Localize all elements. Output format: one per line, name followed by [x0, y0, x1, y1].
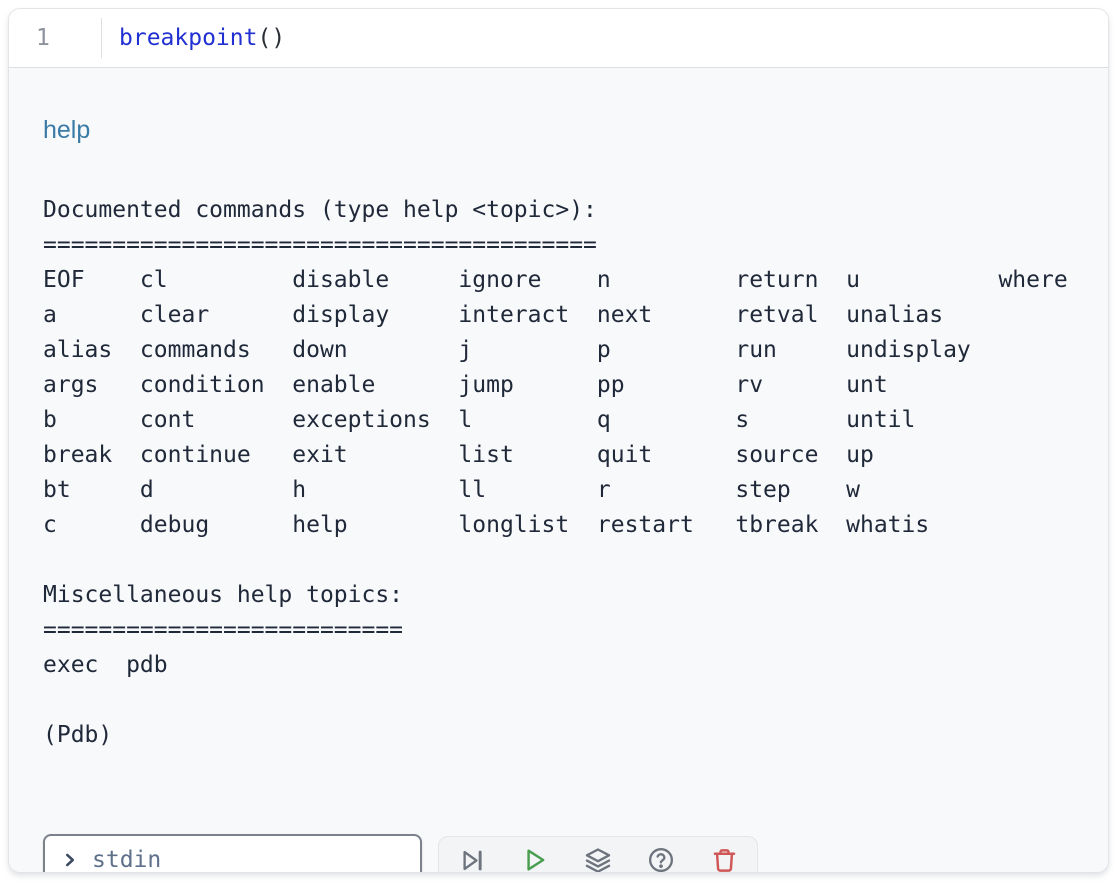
- console-output-area: help Documented commands (type help <top…: [9, 115, 1108, 873]
- code-token-builtin: breakpoint: [119, 25, 257, 51]
- output-line: c debug help longlist restart tbreak wha…: [43, 508, 1074, 543]
- output-line: break continue exit list quit source up: [43, 438, 1074, 473]
- io-row: [43, 834, 758, 873]
- debug-toolbar: [438, 836, 758, 874]
- output-line: ========================================: [43, 228, 1074, 263]
- stdin-input[interactable]: [90, 846, 410, 873]
- help-button[interactable]: [642, 841, 680, 873]
- run-button[interactable]: [516, 841, 554, 873]
- code-editor: 1 breakpoint (): [9, 9, 1108, 68]
- output-line: alias commands down j p run undisplay: [43, 333, 1074, 368]
- code-token-punctuation: (): [257, 25, 285, 51]
- echoed-stdin-command: help: [43, 115, 1074, 145]
- output-line: Documented commands (type help <topic>):: [43, 193, 1074, 228]
- pdb-help-output: Documented commands (type help <topic>):…: [43, 193, 1074, 753]
- code-playground-card: 1 breakpoint () help Documented commands…: [8, 8, 1109, 873]
- play-icon: [521, 846, 549, 873]
- output-line: ==========================: [43, 613, 1074, 648]
- help-circle-icon: [647, 846, 675, 873]
- pdb-prompt: (Pdb): [43, 718, 1074, 753]
- output-line: exec pdb: [43, 648, 1074, 683]
- line-number: 1: [36, 25, 50, 51]
- trash-icon: [711, 847, 738, 874]
- output-line: [43, 683, 1074, 718]
- output-line: EOF cl disable ignore n return u where: [43, 263, 1074, 298]
- stack-button[interactable]: [579, 841, 617, 873]
- output-line: bt d h ll r step w: [43, 473, 1074, 508]
- step-forward-icon: [459, 847, 486, 874]
- line-number-gutter: 1: [9, 9, 101, 67]
- output-line: args condition enable jump pp rv unt: [43, 368, 1074, 403]
- chevron-right-icon: [59, 849, 81, 871]
- clear-button[interactable]: [705, 841, 743, 873]
- stdin-box[interactable]: [43, 834, 422, 873]
- code-line[interactable]: breakpoint (): [102, 9, 285, 67]
- output-line: Miscellaneous help topics:: [43, 578, 1074, 613]
- step-next-button[interactable]: [453, 841, 491, 873]
- output-line: [43, 543, 1074, 578]
- output-line: a clear display interact next retval una…: [43, 298, 1074, 333]
- layers-icon: [584, 846, 612, 873]
- output-line: b cont exceptions l q s until: [43, 403, 1074, 438]
